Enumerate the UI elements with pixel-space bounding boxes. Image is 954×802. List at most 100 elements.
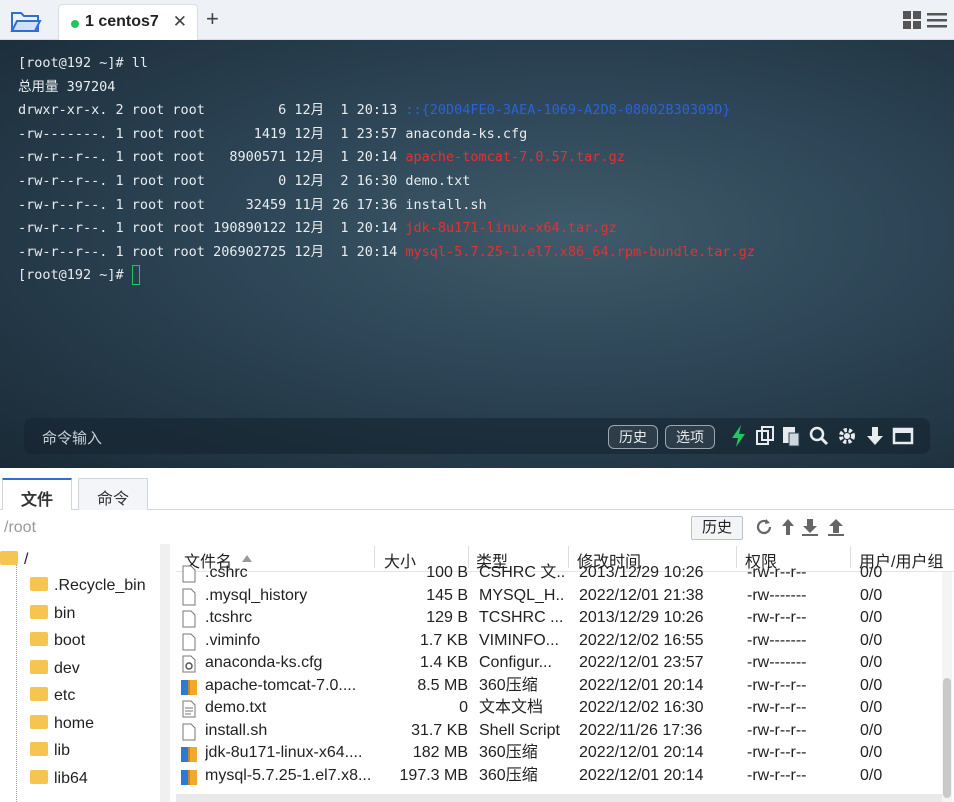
- terminal-line: [root@192 ~]# ll: [18, 52, 755, 76]
- options-button[interactable]: 选项: [665, 425, 715, 449]
- file-owner: 0/0: [860, 654, 883, 671]
- file-name: .cshrc: [205, 564, 248, 581]
- file-owner: 0/0: [860, 766, 883, 784]
- file-perm: -rw-r--r--: [747, 676, 807, 694]
- file-perm: -rw-------: [747, 586, 807, 604]
- file-type: CSHRC 文...: [479, 564, 565, 581]
- terminal-text: drwxr-xr-x. 2 root root 6 12月 1 20:13: [18, 102, 406, 119]
- file-modified: 2022/12/01 21:38: [579, 586, 704, 604]
- file-type: 360压缩: [479, 744, 538, 761]
- tree-item[interactable]: etc: [30, 684, 75, 708]
- copy-icon[interactable]: [754, 424, 776, 448]
- file-row[interactable]: apache-tomcat-7.0.... 8.5 MB 360压缩 2022/12/…: [176, 675, 942, 698]
- scrollbar-thumb[interactable]: [943, 678, 951, 798]
- terminal-prompt-line[interactable]: [root@192 ~]#: [18, 264, 755, 288]
- file-type: TCSHRC ...: [479, 609, 564, 626]
- lightning-icon[interactable]: [728, 424, 750, 448]
- refresh-icon[interactable]: [754, 517, 774, 537]
- file-name: mysql-5.7.25-1.el7.x8...: [205, 766, 370, 784]
- terminal-line: -rw-r--r--. 1 root root 206902725 12月 1 …: [18, 241, 755, 265]
- file-row[interactable]: .cshrc 100 B CSHRC 文... 2013/12/29 10:26 -rw…: [176, 562, 942, 585]
- maximize-icon[interactable]: [892, 424, 914, 448]
- tree-guide-line: [16, 562, 17, 802]
- file-row[interactable]: jdk-8u171-linux-x64.... 182 MB 360压缩 2022/1…: [176, 742, 942, 765]
- tree-item-label: .Recycle_bin: [54, 577, 146, 594]
- file-row[interactable]: anaconda-ks.cfg 1.4 KB Configur... 2022/12/…: [176, 652, 942, 675]
- session-tab[interactable]: 1 centos7 ✕: [58, 4, 198, 40]
- file-perm: -rw-r--r--: [747, 744, 807, 761]
- file-icon: [182, 723, 196, 740]
- file-owner: 0/0: [860, 721, 883, 739]
- tree-item[interactable]: lib: [30, 739, 70, 763]
- file-perm: -rw-------: [747, 631, 807, 649]
- paste-icon[interactable]: [780, 424, 802, 448]
- grid-view-icon[interactable]: [902, 10, 922, 30]
- open-folder-icon[interactable]: [10, 8, 42, 34]
- file-type: 文本文档: [479, 699, 544, 716]
- file-row[interactable]: install.sh 31.7 KB Shell Script 2022/11/26 …: [176, 720, 942, 743]
- file-perm: -rw-r--r--: [747, 721, 807, 739]
- tree-item[interactable]: dev: [30, 657, 80, 681]
- file-modified: 2022/12/01 20:14: [579, 744, 704, 761]
- file-row[interactable]: .tcshrc 129 B TCSHRC ... 2013/12/29 10:26 -r…: [176, 607, 942, 630]
- terminal-text: [root@192 ~]# ll: [18, 55, 149, 71]
- gear-icon[interactable]: [836, 424, 858, 448]
- config-file-icon: [182, 655, 196, 673]
- close-tab-icon[interactable]: ✕: [173, 12, 187, 32]
- add-tab-button[interactable]: +: [206, 6, 219, 32]
- tab-files[interactable]: 文件: [2, 478, 73, 510]
- tree-item[interactable]: bin: [30, 602, 75, 626]
- download-icon[interactable]: [800, 517, 820, 537]
- tree-item[interactable]: boot: [30, 629, 85, 653]
- connected-status-icon: [71, 20, 79, 28]
- command-input-placeholder[interactable]: 命令输入: [42, 427, 102, 448]
- up-arrow-icon[interactable]: [778, 517, 798, 537]
- path-input[interactable]: /root: [4, 516, 684, 540]
- file-name: .mysql_history: [205, 586, 308, 604]
- archive-icon: [181, 769, 197, 785]
- file-name: anaconda-ks.cfg: [205, 654, 323, 671]
- file-owner: 0/0: [860, 564, 883, 581]
- menu-icon[interactable]: [926, 10, 948, 30]
- tree-item[interactable]: .Recycle_bin: [30, 574, 146, 598]
- tree-item[interactable]: home: [30, 712, 94, 736]
- file-row[interactable]: .mysql_history 145 B MYSQL_H... 2022/12/01 …: [176, 585, 942, 608]
- archive-icon: [181, 747, 197, 762]
- folder-tree: / .Recycle_binbin boot dev etc home lib lib64: [0, 544, 172, 802]
- file-icon: [182, 588, 196, 605]
- upload-icon[interactable]: [826, 517, 846, 537]
- tab-commands[interactable]: 命令: [78, 478, 149, 510]
- terminal-text: -rw-r--r--. 1 root root 32459 11月 26 17:…: [18, 196, 487, 213]
- path-history-button[interactable]: 历史: [691, 516, 743, 540]
- folder-icon: [30, 742, 48, 756]
- file-type: Configur...: [479, 654, 552, 671]
- file-type: VIMINFO...: [479, 631, 559, 649]
- terminal-text: -rw-r--r--. 1 root root 190890122 12月 1 …: [18, 220, 406, 237]
- file-list-horizontal-scrollbar[interactable]: [176, 794, 942, 802]
- terminal-text: -rw-------. 1 root root 1419 12月 1 23:57…: [18, 125, 528, 142]
- folder-icon: [30, 687, 48, 701]
- tree-item-root[interactable]: /: [0, 548, 28, 572]
- file-list-vertical-scrollbar[interactable]: [942, 572, 952, 802]
- terminal-text: -rw-r--r--. 1 root root 8900571 12月 1 20…: [18, 149, 406, 166]
- file-row[interactable]: mysql-5.7.25-1.el7.x8... 197.3 MB 360压缩 202…: [176, 765, 942, 788]
- terminal-line: -rw-r--r--. 1 root root 32459 11月 26 17:…: [18, 194, 755, 218]
- file-row[interactable]: demo.txt 0 文本文档 2022/12/02 16:30 -rw-r--r-- 0…: [176, 697, 942, 720]
- tree-item-label: bin: [54, 604, 76, 622]
- file-row[interactable]: .viminfo 1.7 KB VIMINFO... 2022/12/02 16:55…: [176, 630, 942, 653]
- tree-scrollbar[interactable]: [160, 544, 170, 802]
- tree-item[interactable]: lib64: [30, 767, 88, 791]
- search-icon[interactable]: [808, 424, 830, 448]
- command-input-bar[interactable]: 命令输入 历史 选项: [24, 418, 930, 454]
- file-name: apache-tomcat-7.0....: [205, 676, 357, 694]
- terminal-text: apache-tomcat-7.0.57.tar.gz: [405, 149, 625, 166]
- history-button[interactable]: 历史: [608, 425, 658, 449]
- folder-icon: [30, 632, 48, 646]
- archive-icon: [181, 679, 197, 695]
- terminal-text: mysql-5.7.25-1.el7.x86_64.rpm-bundle.tar…: [405, 243, 755, 260]
- file-perm: -rw-------: [747, 654, 807, 671]
- folder-icon: [30, 604, 48, 619]
- download-icon[interactable]: [864, 424, 886, 448]
- terminal-text: 总用量 397204: [18, 78, 116, 95]
- terminal-pane[interactable]: [root@192 ~]# ll 总用量 397204 drwxr-xr-x. 2 …: [0, 40, 954, 468]
